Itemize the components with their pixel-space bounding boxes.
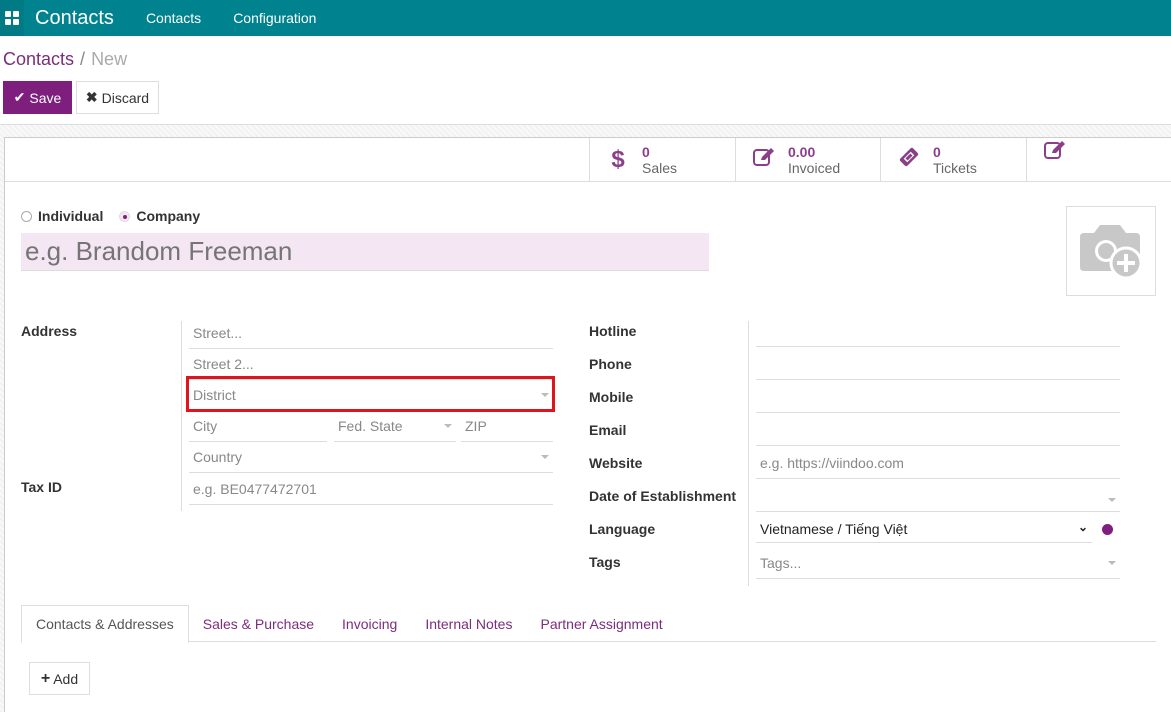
smart-button-box: $ 0 Sales 0.00 Invoiced 0 Tickets bbox=[5, 138, 1171, 182]
chevron-down-icon bbox=[444, 424, 452, 428]
tax-id-input[interactable]: e.g. BE0477472701 bbox=[189, 473, 553, 505]
right-group-divider bbox=[748, 321, 749, 586]
website-placeholder: e.g. https://viindoo.com bbox=[760, 454, 904, 471]
website-label: Website bbox=[589, 455, 643, 471]
tax-id-label: Tax ID bbox=[21, 479, 62, 495]
plus-icon: + bbox=[40, 669, 51, 687]
radio-individual-label[interactable]: Individual bbox=[38, 208, 103, 224]
tickets-label: Tickets bbox=[933, 160, 977, 176]
tickets-stat-button[interactable]: 0 Tickets bbox=[880, 138, 1026, 182]
discard-button[interactable]: ✖ Discard bbox=[76, 81, 159, 114]
notebook-tabs: Contacts & Addresses Sales & Purchase In… bbox=[21, 605, 1156, 643]
state-select[interactable]: Fed. State bbox=[334, 410, 456, 442]
breadcrumb-contacts[interactable]: Contacts bbox=[3, 49, 74, 69]
mobile-input[interactable] bbox=[756, 381, 1120, 413]
ticket-icon bbox=[897, 146, 921, 174]
avatar-upload[interactable] bbox=[1066, 206, 1156, 296]
tab-partner-assignment[interactable]: Partner Assignment bbox=[526, 605, 676, 642]
state-placeholder: Fed. State bbox=[338, 417, 403, 434]
chevron-down-icon bbox=[1108, 498, 1116, 502]
form-sheet: $ 0 Sales 0.00 Invoiced 0 Tickets Individua… bbox=[4, 137, 1171, 712]
save-label: Save bbox=[29, 89, 62, 106]
language-select[interactable]: Vietnamese / Tiếng Việt ⌄ bbox=[756, 515, 1092, 543]
city-placeholder: City bbox=[193, 417, 218, 434]
website-input[interactable]: e.g. https://viindoo.com bbox=[756, 447, 1120, 479]
hotline-label: Hotline bbox=[589, 323, 637, 339]
apps-grid-icon bbox=[5, 11, 19, 25]
discard-label: Discard bbox=[101, 89, 150, 106]
tab-invoicing[interactable]: Invoicing bbox=[328, 605, 411, 642]
language-value: Vietnamese / Tiếng Việt bbox=[760, 520, 908, 537]
district-highlight-box bbox=[186, 376, 555, 412]
chevron-down-icon: ⌄ bbox=[1077, 520, 1088, 534]
hotline-input[interactable] bbox=[756, 315, 1120, 347]
language-label: Language bbox=[589, 521, 656, 537]
street2-placeholder: Street 2... bbox=[193, 355, 254, 372]
add-label: Add bbox=[53, 670, 79, 687]
date-established-label: Date of Establishment bbox=[589, 488, 737, 504]
country-placeholder: Country bbox=[193, 448, 243, 465]
breadcrumb: Contacts / New bbox=[3, 49, 127, 70]
street-input[interactable]: Street... bbox=[189, 317, 553, 349]
top-navbar: Contacts Contacts Configuration bbox=[0, 0, 1171, 36]
menu-configuration[interactable]: Configuration bbox=[233, 10, 316, 26]
check-icon: ✔ bbox=[13, 89, 26, 105]
left-group-divider bbox=[181, 321, 182, 511]
tags-label: Tags bbox=[589, 554, 621, 570]
country-select[interactable]: Country bbox=[189, 441, 553, 473]
menu-contacts[interactable]: Contacts bbox=[146, 10, 201, 26]
radio-individual[interactable] bbox=[21, 210, 32, 222]
edit-icon bbox=[752, 147, 776, 173]
date-established-input[interactable] bbox=[756, 480, 1120, 512]
radio-company[interactable] bbox=[119, 210, 131, 222]
tags-input[interactable]: Tags... bbox=[756, 547, 1120, 579]
save-button[interactable]: ✔ Save bbox=[3, 81, 72, 114]
company-type-radio-group: Individual Company bbox=[21, 208, 200, 224]
email-label: Email bbox=[589, 422, 627, 438]
close-icon: ✖ bbox=[85, 89, 98, 105]
edit-stat-button[interactable] bbox=[1026, 138, 1171, 182]
breadcrumb-current: New bbox=[91, 49, 128, 69]
apps-menu-button[interactable] bbox=[0, 0, 24, 36]
email-input[interactable] bbox=[756, 414, 1120, 446]
city-input[interactable]: City bbox=[189, 410, 327, 442]
app-name[interactable]: Contacts bbox=[35, 7, 114, 30]
sales-value: 0 bbox=[642, 144, 650, 160]
dollar-icon: $ bbox=[611, 146, 625, 173]
edit-icon bbox=[1043, 140, 1067, 166]
chevron-down-icon bbox=[1108, 561, 1116, 565]
add-contact-button[interactable]: + Add bbox=[29, 662, 90, 695]
street-placeholder: Street... bbox=[193, 324, 243, 341]
tab-internal-notes[interactable]: Internal Notes bbox=[411, 605, 526, 642]
tags-placeholder: Tags... bbox=[760, 554, 802, 571]
sales-stat-button[interactable]: $ 0 Sales bbox=[589, 138, 735, 182]
camera-plus-icon bbox=[1080, 225, 1143, 280]
invoiced-stat-button[interactable]: 0.00 Invoiced bbox=[735, 138, 881, 182]
zip-placeholder: ZIP bbox=[465, 417, 487, 434]
phone-input[interactable] bbox=[756, 348, 1120, 380]
chevron-down-icon bbox=[541, 455, 549, 459]
address-label: Address bbox=[21, 323, 78, 339]
phone-label: Phone bbox=[589, 356, 632, 372]
sales-label: Sales bbox=[642, 160, 678, 176]
zip-input[interactable]: ZIP bbox=[461, 410, 553, 442]
tab-sales-purchase[interactable]: Sales & Purchase bbox=[189, 605, 328, 642]
breadcrumb-separator: / bbox=[80, 49, 86, 69]
invoiced-label: Invoiced bbox=[788, 160, 841, 176]
mobile-label: Mobile bbox=[589, 389, 634, 405]
radio-company-label[interactable]: Company bbox=[136, 208, 200, 224]
name-input[interactable] bbox=[21, 233, 709, 271]
tab-contacts-addresses[interactable]: Contacts & Addresses bbox=[21, 605, 189, 643]
tax-id-placeholder: e.g. BE0477472701 bbox=[193, 480, 317, 497]
tickets-value: 0 bbox=[933, 144, 941, 160]
invoiced-value: 0.00 bbox=[788, 144, 816, 160]
globe-icon[interactable] bbox=[1102, 524, 1113, 535]
